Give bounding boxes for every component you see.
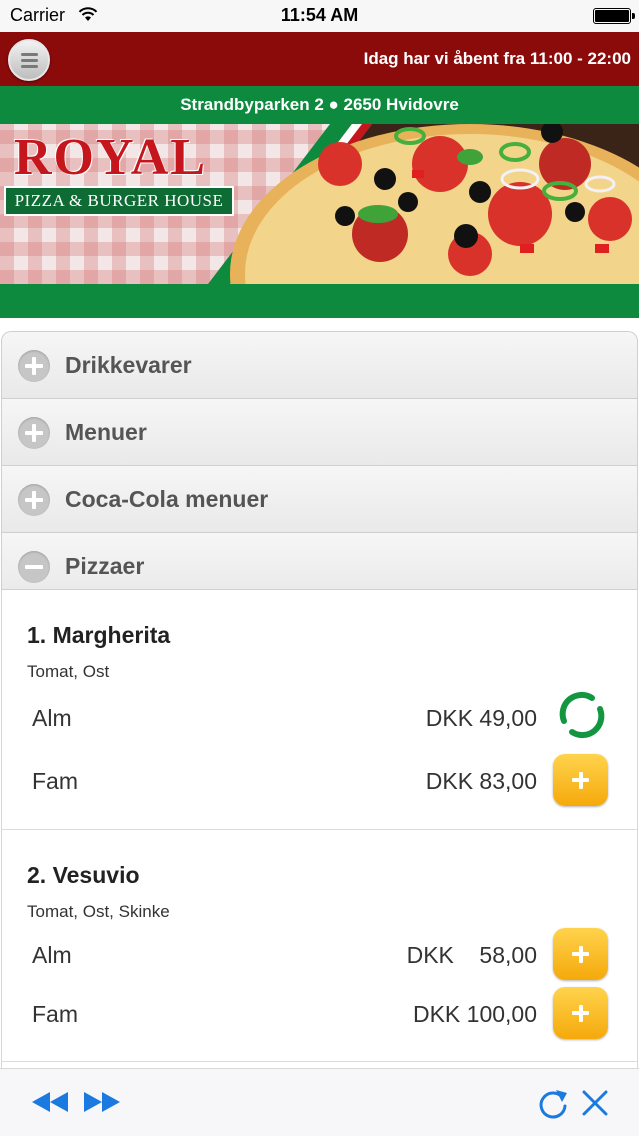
size-label: Fam	[32, 1001, 78, 1027]
battery-icon	[593, 8, 635, 24]
address-bar: Strandbyparken 2 ● 2650 Hvidovre	[0, 86, 639, 124]
price: DKK 100,00	[412, 1001, 537, 1027]
fast-forward-icon[interactable]	[82, 1087, 122, 1117]
price: DKK 58,00	[406, 942, 537, 968]
category-label: Menuer	[65, 419, 147, 445]
restaurant-banner: ROYAL PIZZA & BURGER HOUSE	[0, 124, 639, 284]
menu-category-list: Drikkevarer Menuer Coca-Cola menuer Pizz…	[0, 331, 639, 599]
menu-button[interactable]	[8, 39, 50, 81]
browser-toolbar	[0, 1068, 639, 1136]
add-to-cart-button[interactable]	[553, 754, 608, 806]
size-label: Alm	[32, 705, 72, 731]
plus-circle-icon	[18, 350, 50, 382]
plus-circle-icon	[18, 484, 50, 516]
add-to-cart-button[interactable]	[553, 987, 608, 1039]
category-label: Pizzaer	[65, 553, 145, 579]
logo-title: ROYAL	[14, 129, 208, 186]
loading-spinner-icon	[559, 691, 605, 739]
price: DKK 49,00	[425, 705, 537, 731]
address-text: Strandbyparken 2 ● 2650 Hvidovre	[180, 95, 459, 114]
size-label: Fam	[32, 768, 78, 794]
category-menuer[interactable]: Menuer	[1, 398, 638, 465]
category-coca-cola-menuer[interactable]: Coca-Cola menuer	[1, 465, 638, 532]
logo-subtitle: PIZZA & BURGER HOUSE	[4, 186, 234, 216]
add-to-cart-button[interactable]	[553, 928, 608, 980]
product-item: 1. Margherita Tomat, Ost Alm DKK 49,00 F…	[2, 590, 637, 830]
pizza-list: 1. Margherita Tomat, Ost Alm DKK 49,00 F…	[1, 589, 638, 1069]
refresh-icon[interactable]	[536, 1087, 570, 1121]
product-name: 1. Margherita	[27, 622, 171, 648]
header-bar: Idag har vi åbent fra 11:00 - 22:00	[0, 32, 639, 86]
product-item: 2. Vesuvio Tomat, Ost, Skinke Alm DKK 58…	[2, 830, 637, 1062]
rewind-icon[interactable]	[30, 1087, 70, 1117]
product-description: Tomat, Ost, Skinke	[27, 902, 170, 921]
status-bar: Carrier 11:54 AM	[0, 0, 639, 32]
product-description: Tomat, Ost	[27, 662, 110, 681]
green-divider	[0, 284, 639, 318]
minus-circle-icon	[18, 551, 50, 583]
category-drikkevarer[interactable]: Drikkevarer	[1, 331, 638, 398]
price: DKK 83,00	[425, 768, 537, 794]
clock: 11:54 AM	[280, 5, 359, 25]
category-label: Coca-Cola menuer	[65, 486, 269, 512]
size-label: Alm	[32, 942, 72, 968]
close-icon[interactable]	[580, 1087, 610, 1119]
app-screen: Carrier 11:54 AM Idag har vi åbent fra 1…	[0, 0, 639, 1136]
opening-hours: Idag har vi åbent fra 11:00 - 22:00	[363, 49, 631, 68]
category-label: Drikkevarer	[65, 352, 192, 378]
product-name: 2. Vesuvio	[27, 862, 140, 888]
plus-circle-icon	[18, 417, 50, 449]
